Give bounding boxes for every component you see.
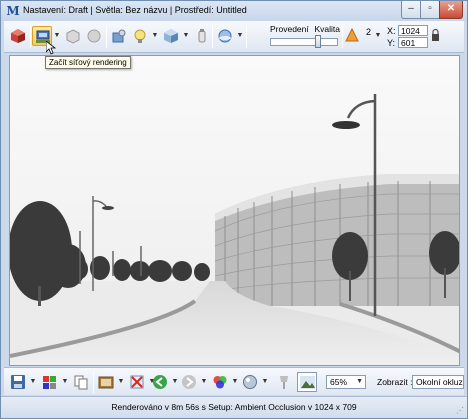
paint-button[interactable] (192, 26, 212, 46)
pin-button[interactable] (274, 372, 294, 392)
sphere-icon (243, 375, 257, 389)
mouse-cursor-icon (46, 41, 56, 55)
save-button[interactable] (8, 372, 28, 392)
toolbar-separator (106, 26, 107, 48)
materials-button[interactable] (161, 26, 181, 46)
slider-thumb[interactable] (314, 35, 321, 48)
save-icon (11, 375, 25, 389)
back-button[interactable] (150, 372, 170, 392)
image-editor-dropdown[interactable]: ▼ (117, 378, 125, 386)
save-dropdown[interactable]: ▼ (29, 378, 37, 386)
height-field[interactable]: 601 (398, 37, 428, 48)
display-select[interactable]: Okolní okluze (412, 375, 464, 389)
quality-slider[interactable]: Provedení Kvalita (268, 24, 340, 50)
picture-icon (300, 376, 315, 389)
network-render-dropdown[interactable]: ▼ (53, 32, 61, 40)
window-title: Nastavení: Draft | Světla: Bez názvu | P… (23, 5, 247, 15)
forward-dropdown[interactable]: ▼ (200, 378, 208, 386)
channels-dropdown[interactable]: ▼ (61, 378, 69, 386)
back-arrow-icon (153, 375, 167, 389)
light-count-dropdown[interactable]: ▼ (374, 32, 382, 40)
toolbar-separator (93, 371, 94, 393)
app-window: M Nastavení: Draft | Světla: Bez názvu |… (0, 0, 468, 419)
pin-icon (280, 376, 288, 389)
paint-bottle-icon (198, 29, 206, 43)
channels-button[interactable] (40, 372, 60, 392)
status-bar: Renderováno v 8m 56s s Setup: Ambient Oc… (1, 396, 467, 418)
warning-triangle-icon (345, 28, 359, 42)
environment-sphere-icon (218, 29, 232, 43)
forward-arrow-icon (182, 375, 196, 389)
lights-dropdown[interactable]: ▼ (151, 32, 159, 40)
tools-icon (112, 29, 126, 43)
quality-label: Kvalita (314, 24, 340, 34)
delete-image-icon (130, 375, 144, 389)
render-cube-icon (11, 29, 25, 43)
image-editor-button[interactable] (96, 372, 116, 392)
toolbar-separator (212, 26, 213, 48)
app-logo-icon: M (6, 4, 20, 18)
slider-track[interactable] (270, 38, 338, 46)
width-field[interactable]: 1024 (398, 25, 428, 36)
maximize-button[interactable]: ▫ (420, 1, 440, 19)
tools-button[interactable] (109, 26, 129, 46)
materials-dropdown[interactable]: ▼ (182, 32, 190, 40)
display-label: Zobrazit : (377, 377, 413, 387)
toolbar-separator (246, 26, 247, 48)
image-editor-icon (98, 376, 114, 389)
copy-icon (74, 375, 88, 390)
tooltip: Začít síťový rendering (45, 56, 131, 69)
render-viewport[interactable] (9, 55, 460, 366)
rendered-scene-image (10, 56, 459, 365)
zoom-value: 65% (330, 377, 348, 387)
copy-button[interactable] (71, 372, 91, 392)
top-toolbar: ▼ ▼ ▼ ▼ Provedení Kvalita 2 ▼ X: Y: 1024… (4, 21, 464, 53)
picture-button[interactable] (297, 372, 317, 392)
forward-button[interactable] (179, 372, 199, 392)
x-label: X: (387, 26, 396, 36)
light-count: 2 (366, 27, 372, 37)
box-button[interactable] (63, 26, 83, 46)
lights-button[interactable] (130, 26, 150, 46)
performance-label: Provedení (270, 24, 309, 34)
lock-icon[interactable] (431, 28, 440, 42)
status-text: Renderováno v 8m 56s s Setup: Ambient Oc… (111, 402, 357, 412)
stop-button[interactable] (84, 26, 104, 46)
cube-icon (164, 29, 178, 43)
stop-icon (87, 29, 101, 43)
toolbar-separator (342, 26, 343, 48)
bottom-toolbar: ▼ ▼ ▼ ▼ ▼ ▼ ▼ ▼ 65% ▼ Zobrazit: Okolní … (4, 367, 464, 395)
resize-grip-icon[interactable]: ⋰ (456, 406, 464, 415)
color-channels-icon (43, 376, 56, 389)
title-bar[interactable]: M Nastavení: Draft | Světla: Bez názvu |… (1, 1, 467, 21)
chevron-down-icon: ▼ (356, 378, 363, 385)
zoom-select[interactable]: 65% ▼ (326, 375, 366, 389)
lightbulb-icon (134, 29, 146, 43)
close-button[interactable]: ✕ (439, 1, 463, 19)
back-dropdown[interactable]: ▼ (171, 378, 179, 386)
sphere-button[interactable] (240, 372, 260, 392)
y-label: Y: (387, 38, 396, 48)
rgb-dropdown[interactable]: ▼ (231, 378, 239, 386)
toolbar-separator (30, 26, 31, 48)
warnings-button[interactable] (344, 26, 360, 46)
render-button[interactable] (8, 26, 28, 46)
box-icon (66, 29, 80, 44)
environment-dropdown[interactable]: ▼ (236, 32, 244, 40)
environment-button[interactable] (215, 26, 235, 46)
sphere-dropdown[interactable]: ▼ (261, 378, 269, 386)
minimize-button[interactable]: – (401, 1, 421, 19)
delete-image-button[interactable] (127, 372, 147, 392)
rgb-channels-icon (213, 376, 227, 389)
rgb-button[interactable] (210, 372, 230, 392)
